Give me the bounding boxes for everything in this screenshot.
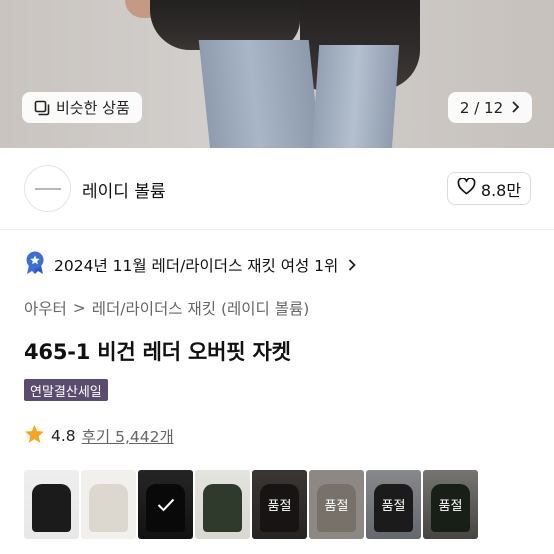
option-garment [89,484,128,532]
product-image-carousel[interactable]: 비슷한 상품 2 / 12 [0,0,554,148]
pager-text: 2 / 12 [460,99,503,117]
reviews-link[interactable]: 후기 5,442개 [82,425,174,447]
chevron-right-icon [511,99,520,117]
color-option-6[interactable]: 품절 [309,470,364,539]
similar-products-label: 비슷한 상품 [56,99,130,117]
soldout-label: 품절 [309,470,364,539]
pager-total: 12 [484,98,504,117]
option-garment [203,484,242,532]
similar-products-icon [34,100,50,116]
option-garment [32,484,71,532]
color-option-3[interactable] [138,470,193,539]
color-option-4[interactable] [195,470,250,539]
heart-icon [457,177,476,199]
pager-separator: / [474,98,480,117]
ranking-link[interactable]: 2024년 11월 레더/라이더스 재킷 여성 1위 [24,251,357,279]
rating-row: 4.8 후기 5,442개 [24,424,174,448]
color-option-2[interactable] [81,470,136,539]
soldout-label: 품절 [366,470,421,539]
breadcrumb-subcategory[interactable]: 레더/라이더스 재킷 (레이디 볼륨) [92,297,309,319]
product-title: 465-1 비건 레더 오버핏 자켓 [24,340,291,364]
soldout-label: 품절 [423,470,478,539]
image-pager-button[interactable]: 2 / 12 [448,92,532,123]
pager-current: 2 [459,98,470,117]
sale-badge: 연말결산세일 [24,379,108,401]
like-count: 8.8만 [480,180,522,200]
breadcrumb: 아우터 > 레더/라이더스 재킷 (레이디 볼륨) [24,297,309,319]
breadcrumb-separator: > [72,299,86,317]
like-button[interactable]: 8.8만 [447,172,531,205]
jeans-left-leg [198,40,322,148]
selected-check-icon [138,470,193,539]
soldout-label: 품절 [252,470,307,539]
brand-row: 레이디 볼륨 8.8만 [0,148,554,230]
color-option-1[interactable] [24,470,79,539]
color-option-8[interactable]: 품절 [423,470,478,539]
ranking-badge-icon [24,251,46,279]
similar-products-button[interactable]: 비슷한 상품 [22,92,142,123]
brand-logo[interactable] [24,165,71,212]
jeans-right-leg [310,45,400,148]
color-options: 품절 품절 품절 품절 [24,470,478,539]
color-option-7[interactable]: 품절 [366,470,421,539]
brand-logo-mark [34,187,61,190]
star-icon [24,424,45,448]
color-option-5[interactable]: 품절 [252,470,307,539]
breadcrumb-category[interactable]: 아우터 [24,297,67,319]
rating-score: 4.8 [51,427,76,445]
ranking-text: 2024년 11월 레더/라이더스 재킷 여성 1위 [54,257,339,275]
brand-name[interactable]: 레이디 볼륨 [82,177,166,202]
chevron-right-icon [348,256,357,275]
